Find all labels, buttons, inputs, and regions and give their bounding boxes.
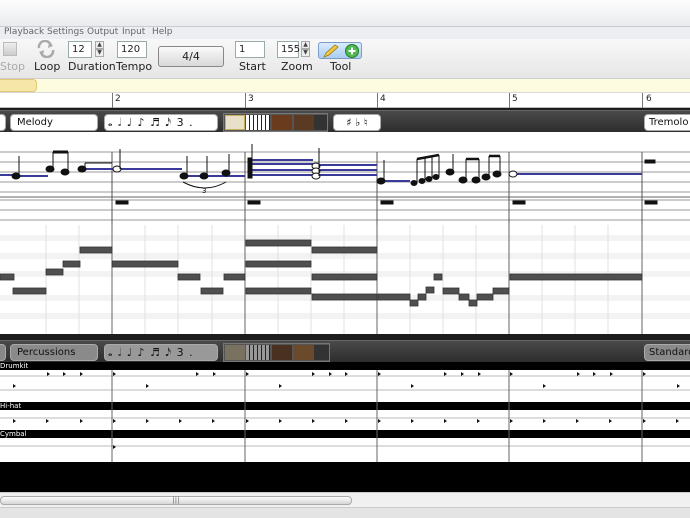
- zoom-stepper[interactable]: ▲ ▼: [301, 41, 310, 58]
- drum-grid[interactable]: Drumkit Hi-hat Cymbal: [0, 362, 690, 462]
- stop-button[interactable]: Stop: [0, 39, 26, 75]
- start-label: Start: [239, 60, 266, 73]
- scrollbar-thumb[interactable]: |||: [0, 496, 352, 505]
- piano-roll[interactable]: [0, 225, 690, 334]
- tempo-label: Tempo: [116, 60, 153, 73]
- duration-label: Duration: [68, 60, 116, 73]
- note-duration-selector[interactable]: 𝅝 𝅗𝅥 ♩ ♪ ♬ 𝅘𝅥𝅯 3 .: [104, 114, 218, 131]
- svg-text:3: 3: [202, 187, 206, 195]
- drum-icon[interactable]: [294, 115, 314, 130]
- zoom-label: Zoom: [281, 60, 313, 73]
- drum-lane-label: Drumkit: [0, 362, 29, 370]
- pencil-icon[interactable]: [321, 44, 341, 59]
- measure-number: 5: [512, 94, 518, 104]
- keyboard-icon[interactable]: [225, 115, 245, 130]
- menu-bar: Playback Settings Output Input Help: [0, 27, 690, 39]
- instrument-select[interactable]: Tremolo Strings: [644, 114, 690, 131]
- drum-lane-label: Cymbal: [0, 430, 27, 438]
- instrument-type-selector[interactable]: [223, 343, 330, 362]
- drumkit-select[interactable]: Standard: [644, 344, 690, 361]
- measure-number: 6: [646, 94, 652, 104]
- keyboard-icon[interactable]: [225, 345, 245, 360]
- effects-icon[interactable]: [314, 115, 327, 130]
- menu-input[interactable]: Input: [122, 27, 145, 37]
- loop-button[interactable]: Loop: [32, 39, 60, 75]
- drum-lanes: [0, 362, 690, 462]
- loop-label: Loop: [34, 60, 61, 73]
- loop-icon: [37, 40, 55, 58]
- guitar-icon[interactable]: [272, 345, 292, 360]
- measure-number: 2: [115, 94, 121, 104]
- tool-selector[interactable]: [318, 42, 362, 59]
- music-staff: 3: [0, 144, 690, 225]
- duration-stepper[interactable]: ▲ ▼: [95, 41, 104, 58]
- track-header-melody: Melody 𝅝 𝅗𝅥 ♩ ♪ ♬ 𝅘𝅥𝅯 3 . ♯ ♭ ♮ Tremolo …: [0, 110, 690, 133]
- piano-icon[interactable]: [246, 345, 270, 360]
- track-collapse-button[interactable]: [0, 114, 6, 131]
- menu-output[interactable]: Output: [87, 27, 118, 37]
- stop-label: Stop: [0, 60, 26, 73]
- accidental-selector[interactable]: ♯ ♭ ♮: [333, 114, 381, 131]
- piano-roll-grid: [0, 225, 690, 334]
- track-name-field[interactable]: Percussions: [10, 344, 98, 361]
- tempo-input[interactable]: 120: [117, 41, 147, 58]
- timeline[interactable]: 2 3 4 5 6: [0, 79, 690, 108]
- empty-track-area: [0, 462, 690, 492]
- tool-label: Tool: [330, 60, 352, 73]
- drum-lane-label: Hi-hat: [0, 402, 22, 410]
- menu-playback[interactable]: Playback: [4, 27, 44, 37]
- window-titlebar: [0, 0, 690, 27]
- measure-number: 4: [380, 94, 386, 104]
- drum-icon[interactable]: [294, 345, 314, 360]
- time-signature-button[interactable]: 4/4: [158, 46, 224, 67]
- note-duration-selector[interactable]: 𝅝 𝅗𝅥 ♩ ♪ ♬ 𝅘𝅥𝅯 3 .: [104, 344, 218, 361]
- zoom-input[interactable]: 155: [277, 41, 300, 58]
- add-icon[interactable]: [344, 43, 360, 59]
- duration-input[interactable]: 12: [68, 41, 92, 58]
- menu-help[interactable]: Help: [152, 27, 173, 37]
- loop-region-bar[interactable]: [0, 79, 690, 92]
- score-view[interactable]: 3: [0, 132, 690, 225]
- measure-number: 3: [248, 94, 254, 104]
- track-name-field[interactable]: Melody: [10, 114, 98, 131]
- track-header-percussions: Percussions 𝅝 𝅗𝅥 ♩ ♪ ♬ 𝅘𝅥𝅯 3 . Standard: [0, 340, 690, 363]
- status-bar: [0, 507, 690, 518]
- measure-ruler[interactable]: 2 3 4 5 6: [0, 92, 690, 108]
- effects-icon[interactable]: [314, 345, 329, 360]
- stop-icon: [3, 42, 17, 56]
- menu-settings[interactable]: Settings: [47, 27, 84, 37]
- main-toolbar: Stop Loop 12 ▲ ▼ Duration 120 Tempo 4/4 1…: [0, 39, 690, 79]
- guitar-icon[interactable]: [272, 115, 292, 130]
- start-input[interactable]: 1: [235, 41, 265, 58]
- piano-icon[interactable]: [246, 115, 270, 130]
- track-collapse-button[interactable]: [0, 344, 6, 361]
- horizontal-scrollbar[interactable]: |||: [0, 492, 690, 507]
- loop-marker[interactable]: [0, 79, 37, 92]
- instrument-type-selector[interactable]: [223, 113, 328, 132]
